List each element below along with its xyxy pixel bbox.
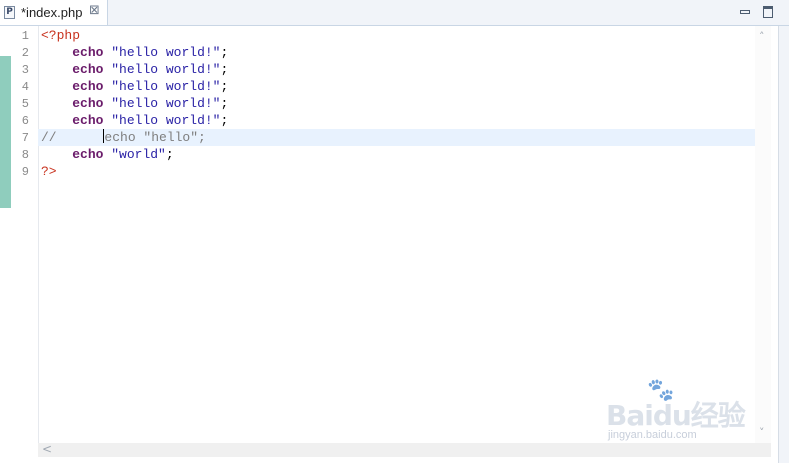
line-number: 1 <box>21 29 29 43</box>
echo-keyword: echo <box>72 113 104 128</box>
string-literal: "hello world!" <box>111 113 221 128</box>
watermark: 🐾 Baidu经验 jingyan.baidu.com <box>600 378 770 444</box>
php-file-icon: P <box>4 6 15 19</box>
horizontal-scrollbar[interactable] <box>38 443 771 457</box>
semicolon: ; <box>220 113 229 128</box>
code-line-7[interactable]: // echo "hello"; <box>41 129 206 146</box>
scroll-left-icon[interactable]: < <box>42 442 52 456</box>
commented-code: echo "hello"; <box>104 130 206 145</box>
string-literal: "hello world!" <box>111 62 221 77</box>
line-number: 4 <box>21 80 29 94</box>
editor-tab-bar: P *index.php ⊠ <box>0 0 789 26</box>
echo-keyword: echo <box>72 96 104 111</box>
code-line-6[interactable]: echo "hello world!"; <box>41 112 228 129</box>
string-literal: "hello world!" <box>111 79 221 94</box>
close-icon[interactable]: ⊠ <box>89 3 100 18</box>
semicolon: ; <box>220 62 229 77</box>
code-line-9[interactable]: ?> <box>41 163 57 180</box>
line-number: 9 <box>21 165 29 179</box>
semicolon: ; <box>220 96 229 111</box>
string-literal: "hello world!" <box>111 45 221 60</box>
echo-keyword: echo <box>72 45 104 60</box>
line-number: 8 <box>21 148 29 162</box>
change-indicator-bar <box>0 56 11 208</box>
code-line-1[interactable]: <?php <box>41 27 80 44</box>
tab-title[interactable]: *index.php <box>21 5 82 20</box>
php-open-tag: <?php <box>41 28 81 43</box>
semicolon: ; <box>220 45 229 60</box>
semicolon: ; <box>165 147 174 162</box>
echo-keyword: echo <box>72 79 104 94</box>
minimize-icon[interactable] <box>737 4 751 18</box>
string-literal: "world" <box>111 147 166 162</box>
code-line-4[interactable]: echo "hello world!"; <box>41 78 228 95</box>
scroll-up-icon[interactable]: ˄ <box>759 30 765 43</box>
comment-prefix: // <box>41 130 57 145</box>
line-number: 5 <box>21 97 29 111</box>
code-line-8[interactable]: echo "world"; <box>41 146 174 163</box>
php-close-tag: ?> <box>41 164 57 179</box>
watermark-url: jingyan.baidu.com <box>608 429 697 441</box>
side-panel-edge <box>778 26 789 463</box>
watermark-brand: Baidu经验 <box>606 399 746 432</box>
echo-keyword: echo <box>72 62 104 77</box>
line-number: 6 <box>21 114 29 128</box>
string-literal: "hello world!" <box>111 96 221 111</box>
line-number: 2 <box>21 46 29 60</box>
maximize-icon[interactable] <box>761 4 775 18</box>
semicolon: ; <box>220 79 229 94</box>
line-number: 3 <box>21 63 29 77</box>
code-line-3[interactable]: echo "hello world!"; <box>41 61 228 78</box>
tab-index-php[interactable]: P *index.php ⊠ <box>0 0 108 25</box>
code-line-5[interactable]: echo "hello world!"; <box>41 95 228 112</box>
line-number: 7 <box>21 131 29 145</box>
code-line-2[interactable]: echo "hello world!"; <box>41 44 228 61</box>
echo-keyword: echo <box>72 147 104 162</box>
